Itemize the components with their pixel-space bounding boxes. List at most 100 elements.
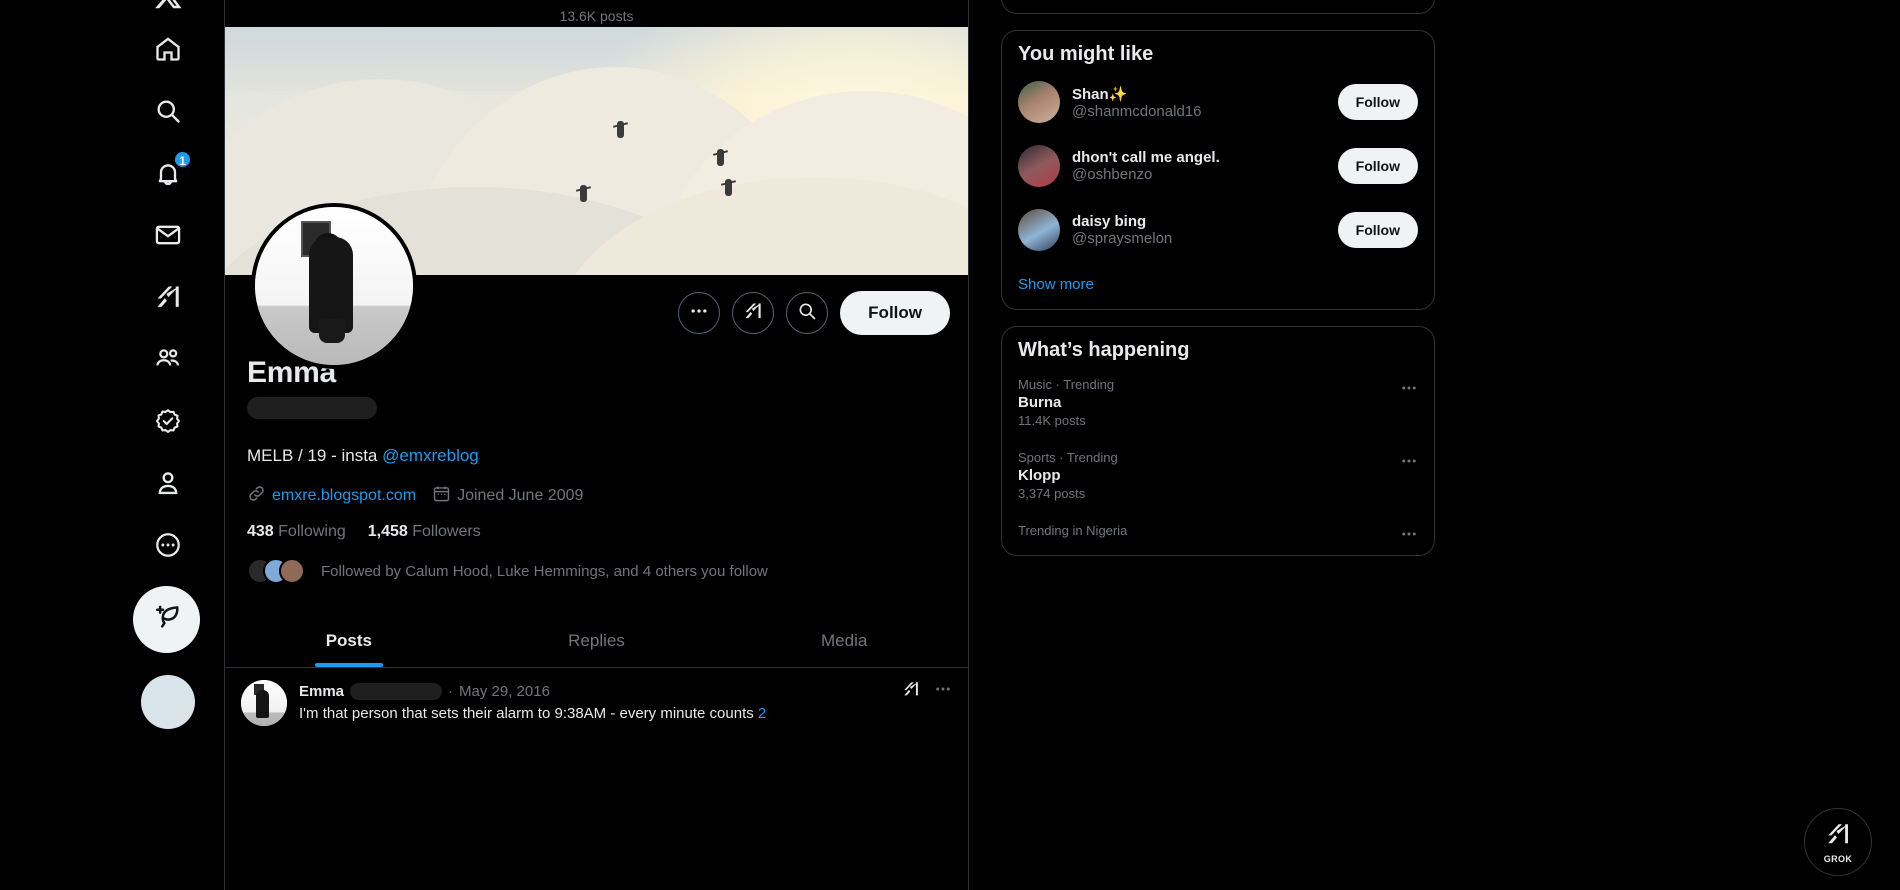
more-horizontal-icon[interactable] — [1400, 450, 1418, 501]
facepile-avatars — [247, 558, 309, 584]
followers-count-group[interactable]: 1,458 Followers — [368, 523, 481, 541]
more-circle-icon — [154, 531, 182, 559]
suggested-user-info: daisy bing @spraysmelon — [1072, 213, 1326, 247]
sidebar-item-premium[interactable] — [136, 390, 200, 452]
post-author-avatar[interactable] — [241, 680, 287, 726]
profile-meta-row: emxre.blogspot.com Joined June 2009 — [247, 484, 946, 508]
trend-item[interactable]: Trending in Nigeria — [1002, 512, 1434, 555]
verified-badge-icon — [154, 407, 182, 435]
x-profile-page: 1 13.6K posts Follow Emma MELB / 19 - in… — [0, 0, 1900, 890]
followers-count: 1,458 — [367, 523, 408, 540]
profile-topbar: 13.6K posts — [225, 0, 968, 27]
post-body: Emma · May 29, 2016 I'm that person that… — [299, 680, 952, 726]
suggested-user-row[interactable]: Shan✨ @shanmcdonald16 Follow — [1002, 70, 1434, 134]
home-icon — [154, 35, 182, 63]
profile-counts: 438 Following 1,458 Followers — [247, 523, 946, 541]
followed-by-row[interactable]: Followed by Calum Hood, Luke Hemmings, a… — [247, 558, 946, 584]
avatar[interactable] — [1018, 81, 1060, 123]
avatar — [279, 558, 305, 584]
suggested-user-handle: @spraysmelon — [1072, 230, 1173, 247]
sidebar-item-more[interactable] — [136, 514, 200, 576]
follow-button[interactable]: Follow — [1337, 212, 1418, 248]
suggested-user-name: dhon't call me angel. — [1072, 149, 1220, 166]
profile-info: Emma MELB / 19 - insta @emxreblog emxre.… — [225, 355, 968, 584]
search-icon — [154, 97, 182, 125]
right-sidebar: You might like Shan✨ @shanmcdonald16 Fol… — [969, 0, 1900, 890]
more-horizontal-icon[interactable] — [1400, 377, 1418, 428]
profile-bio: MELB / 19 - insta @emxreblog — [247, 445, 946, 467]
grok-floating-button[interactable]: GROK — [1804, 808, 1872, 876]
trend-category: Trending in Nigeria — [1018, 523, 1128, 538]
suggested-user-row[interactable]: daisy bing @spraysmelon Follow — [1002, 198, 1434, 262]
suggested-user-handle: @oshbenzo — [1072, 166, 1153, 183]
profile-joined-label: Joined June 2009 — [457, 487, 584, 504]
trend-name: Burna — [1018, 394, 1062, 411]
sidebar-item-communities[interactable] — [136, 328, 200, 390]
person-icon — [154, 469, 182, 497]
grok-icon — [743, 301, 763, 326]
follow-button[interactable]: Follow — [1337, 84, 1418, 120]
profile-avatar[interactable] — [251, 203, 417, 369]
post-header-actions — [902, 680, 952, 702]
post-header: Emma · May 29, 2016 — [299, 680, 952, 702]
trend-item[interactable]: Sports · Trending Klopp 3,374 posts — [1002, 439, 1434, 512]
profile-handle-redacted — [247, 397, 377, 419]
grok-icon[interactable] — [902, 680, 920, 702]
sidebar-item-x-logo[interactable] — [136, 0, 200, 18]
more-options-button[interactable] — [678, 292, 721, 334]
sidebar-item-grok[interactable] — [136, 266, 200, 328]
posts-count-label: 13.6K posts — [559, 8, 634, 24]
tab-replies[interactable]: Replies — [473, 614, 721, 667]
more-horizontal-icon[interactable] — [934, 680, 952, 702]
sidebar-item-home[interactable] — [136, 18, 200, 80]
trend-name: Klopp — [1018, 467, 1061, 484]
following-count-group[interactable]: 438 Following — [247, 523, 346, 541]
people-icon — [154, 345, 182, 373]
follow-button[interactable]: Follow — [840, 291, 950, 335]
profile-action-bar: Follow — [225, 203, 968, 369]
profile-tabs: Posts Replies Media — [225, 614, 968, 668]
trend-body: Sports · Trending Klopp 3,374 posts — [1018, 450, 1400, 501]
suggested-user-name: Shan✨ — [1072, 85, 1128, 103]
following-count: 438 — [247, 523, 274, 540]
avatar[interactable] — [1018, 209, 1060, 251]
bio-instagram-link[interactable]: @emxreblog — [382, 446, 479, 465]
profile-website-link[interactable]: emxre.blogspot.com — [272, 487, 416, 505]
whats-happening-card: What’s happening Music · Trending Burna … — [1001, 326, 1435, 556]
avatar[interactable] — [1018, 145, 1060, 187]
post-text-tail: 2 — [757, 705, 767, 722]
envelope-icon — [154, 221, 182, 249]
suggested-user-info: dhon't call me angel. @oshbenzo — [1072, 149, 1326, 183]
sidebar-item-profile[interactable] — [136, 452, 200, 514]
post-item[interactable]: Emma · May 29, 2016 I'm that person that… — [225, 668, 968, 726]
post-text-body: I'm that person that sets their alarm to… — [299, 705, 758, 722]
followers-label: Followers — [412, 523, 481, 540]
grok-profile-button[interactable] — [732, 292, 775, 334]
post-text: I'm that person that sets their alarm to… — [299, 704, 952, 724]
sidebar-item-messages[interactable] — [136, 204, 200, 266]
show-more-link[interactable]: Show more — [1002, 262, 1434, 309]
more-horizontal-icon[interactable] — [1400, 523, 1418, 544]
post-separator: · — [448, 682, 454, 700]
trend-item[interactable]: Music · Trending Burna 11.4K posts — [1002, 366, 1434, 439]
account-avatar[interactable] — [141, 675, 195, 729]
sidebar-item-notifications[interactable]: 1 — [136, 142, 200, 204]
grok-fab-label: GROK — [1823, 853, 1853, 864]
search-icon — [797, 301, 817, 326]
suggested-user-row[interactable]: dhon't call me angel. @oshbenzo Follow — [1002, 134, 1434, 198]
feather-plus-icon — [152, 602, 182, 637]
tab-posts[interactable]: Posts — [225, 614, 473, 667]
profile-website[interactable]: emxre.blogspot.com — [247, 484, 416, 508]
tab-media[interactable]: Media — [720, 614, 968, 667]
compose-post-button[interactable] — [133, 586, 200, 653]
x-logo-icon — [153, 0, 183, 11]
you-might-like-title: You might like — [1018, 43, 1154, 65]
suggested-user-name: daisy bing — [1072, 213, 1147, 230]
search-profile-button[interactable] — [786, 292, 829, 334]
follow-button[interactable]: Follow — [1337, 148, 1418, 184]
profile-joined: Joined June 2009 — [432, 484, 583, 508]
post-author-name[interactable]: Emma — [299, 683, 344, 700]
whats-happening-title: What’s happening — [1018, 339, 1190, 361]
sidebar-item-explore[interactable] — [136, 80, 200, 142]
suggested-user-handle: @shanmcdonald16 — [1072, 102, 1202, 120]
